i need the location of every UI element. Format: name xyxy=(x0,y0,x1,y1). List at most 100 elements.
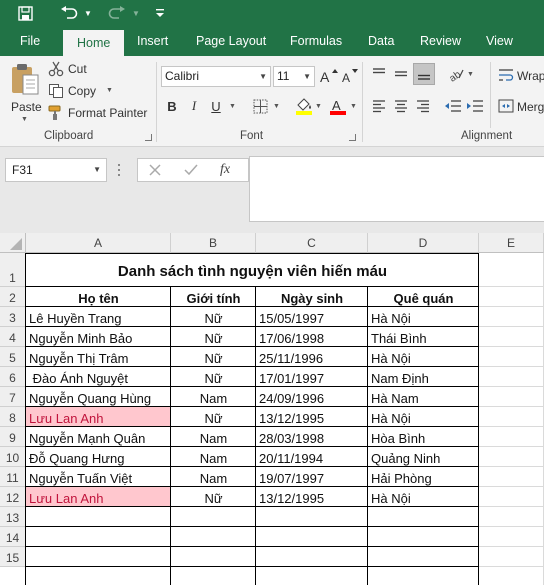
column-title-cell[interactable]: Quê quán xyxy=(368,287,479,307)
column-title-cell[interactable]: Họ tên xyxy=(26,287,171,307)
hometown-cell[interactable]: Hà Nội xyxy=(368,347,479,367)
dob-cell[interactable]: 13/12/1995 xyxy=(256,487,368,507)
name-box[interactable]: F31 ▼ xyxy=(5,158,107,182)
dob-cell[interactable]: 15/05/1997 xyxy=(256,307,368,327)
name-cell[interactable]: Đào Ánh Nguyệt xyxy=(26,367,171,387)
font-color-icon[interactable]: A xyxy=(328,96,348,116)
name-cell[interactable]: Lưu Lan Anh xyxy=(26,407,171,427)
row-header-1[interactable]: 1 xyxy=(0,253,26,287)
dob-cell[interactable]: 17/01/1997 xyxy=(256,367,368,387)
align-center-icon[interactable] xyxy=(391,96,411,116)
align-right-icon[interactable] xyxy=(413,96,433,116)
hometown-cell[interactable]: Hà Nội xyxy=(368,307,479,327)
spreadsheet-grid[interactable]: ABCDE 1 2 3 4 5 6 7 8 9 10 11 12 13 14 15 Danh sách tì… xyxy=(0,233,544,585)
cut-button[interactable]: Cut xyxy=(48,60,98,78)
name-cell[interactable]: Lưu Lan Anh xyxy=(26,487,171,507)
name-box-dropdown-icon[interactable]: ▼ xyxy=(93,159,101,181)
tab-review[interactable]: Review xyxy=(411,27,470,56)
increase-font-size-icon[interactable]: A xyxy=(319,66,339,86)
row-header-3[interactable]: 3 xyxy=(0,307,26,327)
customize-qat-icon[interactable] xyxy=(153,3,167,23)
dob-cell[interactable]: 24/09/1996 xyxy=(256,387,368,407)
insert-function-button[interactable]: fx xyxy=(220,162,230,178)
paste-button[interactable]: Paste ▼ xyxy=(6,60,44,126)
dob-cell[interactable]: 28/03/1998 xyxy=(256,427,368,447)
sheet-title[interactable]: Danh sách tình nguyện viên hiến máu xyxy=(26,253,479,287)
orientation-dropdown-icon[interactable]: ▼ xyxy=(467,71,474,78)
undo-dropdown-icon[interactable]: ▼ xyxy=(83,3,93,23)
column-header-c[interactable]: C xyxy=(256,233,368,253)
column-header-a[interactable]: A xyxy=(26,233,171,253)
column-header-b[interactable]: B xyxy=(171,233,256,253)
name-cell[interactable]: Lê Huyền Trang xyxy=(26,307,171,327)
name-cell[interactable]: Đỗ Quang Hưng xyxy=(26,447,171,467)
hometown-cell[interactable]: Hà Nội xyxy=(368,487,479,507)
gender-cell[interactable]: Nữ xyxy=(171,367,256,387)
hometown-cell[interactable]: Hà Nội xyxy=(368,407,479,427)
enter-icon[interactable] xyxy=(184,163,200,179)
gender-cell[interactable]: Nữ xyxy=(171,327,256,347)
row-header-11[interactable]: 11 xyxy=(0,467,26,487)
dob-cell[interactable]: 20/11/1994 xyxy=(256,447,368,467)
font-color-dropdown-icon[interactable]: ▼ xyxy=(350,103,357,110)
dob-cell[interactable]: 25/11/1996 xyxy=(256,347,368,367)
merge-center-button[interactable]: Merg xyxy=(497,97,544,117)
row-header-6[interactable]: 6 xyxy=(0,367,26,387)
gender-cell[interactable]: Nữ xyxy=(171,307,256,327)
fill-color-dropdown-icon[interactable]: ▼ xyxy=(315,103,322,110)
dob-cell[interactable]: 17/06/1998 xyxy=(256,327,368,347)
wrap-text-button[interactable]: Wrap xyxy=(497,66,544,86)
formula-input[interactable] xyxy=(249,156,544,222)
gender-cell[interactable]: Nữ xyxy=(171,347,256,367)
tab-view[interactable]: View xyxy=(477,27,522,56)
row-header-4[interactable]: 4 xyxy=(0,327,26,347)
orientation-icon[interactable]: ab xyxy=(446,64,466,84)
gender-cell[interactable]: Nam xyxy=(171,387,256,407)
italic-button[interactable]: I xyxy=(184,96,204,116)
gender-cell[interactable]: Nữ xyxy=(171,487,256,507)
bottom-align-icon[interactable] xyxy=(413,63,435,85)
hometown-cell[interactable]: Thái Bình xyxy=(368,327,479,347)
clipboard-dialog-launcher[interactable] xyxy=(145,134,152,141)
row-header-15[interactable]: 15 xyxy=(0,547,26,567)
middle-align-icon[interactable] xyxy=(391,64,411,84)
tab-data[interactable]: Data xyxy=(359,27,403,56)
bold-button[interactable]: B xyxy=(162,96,182,116)
tab-file[interactable]: File xyxy=(11,27,49,56)
increase-indent-icon[interactable] xyxy=(465,96,485,116)
font-name-select[interactable]: Calibri ▼ xyxy=(161,66,271,87)
dob-cell[interactable]: 13/12/1995 xyxy=(256,407,368,427)
top-align-icon[interactable] xyxy=(369,64,389,84)
tab-insert[interactable]: Insert xyxy=(128,27,177,56)
tab-formulas[interactable]: Formulas xyxy=(281,27,351,56)
row-header-2[interactable]: 2 xyxy=(0,287,26,307)
hometown-cell[interactable]: Hòa Bình xyxy=(368,427,479,447)
name-cell[interactable]: Nguyễn Tuấn Việt xyxy=(26,467,171,487)
decrease-indent-icon[interactable] xyxy=(443,96,463,116)
name-cell[interactable]: Nguyễn Quang Hùng xyxy=(26,387,171,407)
underline-button[interactable]: U xyxy=(206,96,226,116)
tab-page-layout[interactable]: Page Layout xyxy=(187,27,275,56)
borders-dropdown-icon[interactable]: ▼ xyxy=(273,103,280,110)
name-cell[interactable]: Nguyễn Mạnh Quân xyxy=(26,427,171,447)
row-header-7[interactable]: 7 xyxy=(0,387,26,407)
row-header-5[interactable]: 5 xyxy=(0,347,26,367)
formula-bar-resize-handle[interactable] xyxy=(116,161,122,179)
gender-cell[interactable]: Nam xyxy=(171,447,256,467)
name-cell[interactable]: Nguyễn Minh Bảo xyxy=(26,327,171,347)
hometown-cell[interactable]: Nam Định xyxy=(368,367,479,387)
gender-cell[interactable]: Nữ xyxy=(171,407,256,427)
row-header-8[interactable]: 8 xyxy=(0,407,26,427)
column-header-d[interactable]: D xyxy=(368,233,479,253)
font-dialog-launcher[interactable] xyxy=(349,134,356,141)
row-header-12[interactable]: 12 xyxy=(0,487,26,507)
fill-color-icon[interactable] xyxy=(294,96,314,116)
name-cell[interactable]: Nguyễn Thị Trâm xyxy=(26,347,171,367)
redo-dropdown-icon[interactable]: ▼ xyxy=(131,3,141,23)
select-all-corner[interactable] xyxy=(0,233,26,253)
tab-home[interactable]: Home xyxy=(63,30,125,56)
hometown-cell[interactable]: Quảng Ninh xyxy=(368,447,479,467)
row-header-10[interactable]: 10 xyxy=(0,447,26,467)
dob-cell[interactable]: 19/07/1997 xyxy=(256,467,368,487)
decrease-font-size-icon[interactable]: A xyxy=(340,66,360,86)
